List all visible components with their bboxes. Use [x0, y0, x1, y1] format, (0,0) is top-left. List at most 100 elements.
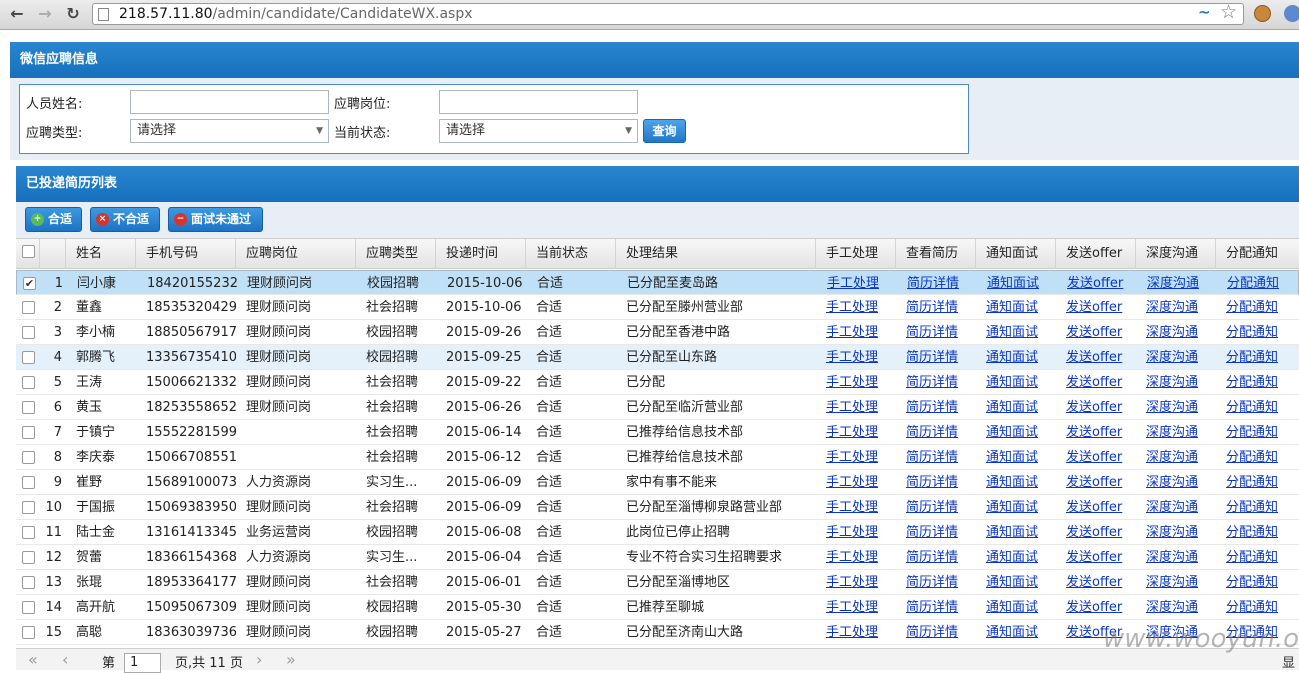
resume-detail-link[interactable]: 简历详情 — [906, 425, 958, 440]
resume-detail-link[interactable]: 简历详情 — [906, 375, 958, 390]
assign-notice-link[interactable]: 分配通知 — [1226, 525, 1278, 540]
header-name[interactable]: 姓名 — [66, 239, 136, 269]
send-offer-link[interactable]: 发送offer — [1066, 400, 1122, 415]
manual-process-link[interactable]: 手工处理 — [826, 400, 878, 415]
resume-detail-link[interactable]: 简历详情 — [906, 350, 958, 365]
notify-interview-link[interactable]: 通知面试 — [986, 525, 1038, 540]
manual-process-link[interactable]: 手工处理 — [826, 550, 878, 565]
header-status[interactable]: 当前状态 — [526, 239, 616, 269]
deep-communication-link[interactable]: 深度沟通 — [1146, 475, 1198, 490]
extension-icon-2[interactable] — [1284, 5, 1299, 22]
row-checkbox[interactable] — [22, 451, 35, 464]
assign-notice-link[interactable]: 分配通知 — [1226, 575, 1278, 590]
row-checkbox[interactable] — [22, 551, 35, 564]
assign-notice-link[interactable]: 分配通知 — [1226, 350, 1278, 365]
pass-button[interactable]: + 合适 — [25, 207, 82, 232]
manual-process-link[interactable]: 手工处理 — [826, 500, 878, 515]
assign-notice-link[interactable]: 分配通知 — [1226, 475, 1278, 490]
name-input[interactable] — [130, 90, 329, 114]
resume-detail-link[interactable]: 简历详情 — [906, 400, 958, 415]
assign-notice-link[interactable]: 分配通知 — [1226, 400, 1278, 415]
deep-communication-link[interactable]: 深度沟通 — [1146, 400, 1198, 415]
row-checkbox[interactable] — [22, 326, 35, 339]
table-row[interactable]: 3 李小楠 18850567917 理财顾问岗 校园招聘 2015-09-26 合适 已分配至… — [16, 320, 1299, 345]
send-offer-link[interactable]: 发送offer — [1066, 500, 1122, 515]
table-row[interactable]: 12 贺蕾 18366154368 人力资源岗 实习生... 2015-06-04 合适 专业… — [16, 545, 1299, 570]
send-offer-link[interactable]: 发送offer — [1066, 600, 1122, 615]
reload-icon[interactable]: ↻ — [62, 4, 84, 24]
table-row[interactable]: 9 崔野 15689100073 人力资源岗 实习生... 2015-06-09 合适 家中有… — [16, 470, 1299, 495]
row-checkbox[interactable] — [22, 426, 35, 439]
notify-interview-link[interactable]: 通知面试 — [986, 550, 1038, 565]
header-result[interactable]: 处理结果 — [616, 239, 816, 269]
resume-detail-link[interactable]: 简历详情 — [906, 300, 958, 315]
deep-communication-link[interactable]: 深度沟通 — [1146, 500, 1198, 515]
notify-interview-link[interactable]: 通知面试 — [986, 325, 1038, 340]
notify-interview-link[interactable]: 通知面试 — [986, 475, 1038, 490]
row-checkbox[interactable] — [22, 626, 35, 639]
deep-communication-link[interactable]: 深度沟通 — [1146, 525, 1198, 540]
resume-detail-link[interactable]: 简历详情 — [906, 450, 958, 465]
manual-process-link[interactable]: 手工处理 — [826, 450, 878, 465]
manual-process-link[interactable]: 手工处理 — [826, 625, 878, 640]
row-checkbox[interactable] — [22, 526, 35, 539]
manual-process-link[interactable]: 手工处理 — [826, 525, 878, 540]
resume-detail-link[interactable]: 简历详情 — [906, 500, 958, 515]
manual-process-link[interactable]: 手工处理 — [826, 375, 878, 390]
deep-communication-link[interactable]: 深度沟通 — [1146, 450, 1198, 465]
resume-detail-link[interactable]: 简历详情 — [906, 625, 958, 640]
notify-interview-link[interactable]: 通知面试 — [986, 425, 1038, 440]
notify-interview-link[interactable]: 通知面试 — [986, 375, 1038, 390]
notify-interview-link[interactable]: 通知面试 — [986, 450, 1038, 465]
bookmark-star-icon[interactable]: ☆ — [1220, 1, 1237, 23]
notify-interview-link[interactable]: 通知面试 — [986, 400, 1038, 415]
resume-detail-link[interactable]: 简历详情 — [906, 475, 958, 490]
manual-process-link[interactable]: 手工处理 — [826, 475, 878, 490]
table-row[interactable]: 4 郭腾飞 13356735410 理财顾问岗 校园招聘 2015-09-25 合适 已分配至… — [16, 345, 1299, 370]
resume-detail-link[interactable]: 简历详情 — [906, 575, 958, 590]
row-checkbox[interactable]: ✔ — [23, 277, 36, 290]
row-checkbox[interactable] — [22, 501, 35, 514]
deep-communication-link[interactable]: 深度沟通 — [1146, 600, 1198, 615]
table-row[interactable]: 10 于国振 15069383950 理财顾问岗 社会招聘 2015-06-09 合适 已分配… — [16, 495, 1299, 520]
header-manual[interactable]: 手工处理 — [816, 239, 896, 269]
send-offer-link[interactable]: 发送offer — [1066, 425, 1122, 440]
row-checkbox[interactable] — [22, 576, 35, 589]
header-phone[interactable]: 手机号码 — [136, 239, 236, 269]
table-row[interactable]: 14 高开航 15095067309 理财顾问岗 校园招聘 2015-05-30 合适 已推荐… — [16, 595, 1299, 620]
notify-interview-link[interactable]: 通知面试 — [986, 300, 1038, 315]
header-resume[interactable]: 查看简历 — [896, 239, 976, 269]
notify-interview-link[interactable]: 通知面试 — [987, 276, 1039, 291]
notify-interview-link[interactable]: 通知面试 — [986, 500, 1038, 515]
header-interview[interactable]: 通知面试 — [976, 239, 1056, 269]
row-checkbox[interactable] — [22, 401, 35, 414]
deep-communication-link[interactable]: 深度沟通 — [1146, 300, 1198, 315]
header-offer[interactable]: 发送offer — [1056, 239, 1136, 269]
notify-interview-link[interactable]: 通知面试 — [986, 625, 1038, 640]
table-row[interactable]: 5 王涛 15006621332 理财顾问岗 社会招聘 2015-09-22 合适 已分配 手工… — [16, 370, 1299, 395]
table-row[interactable]: 6 黄玉 18253558652 理财顾问岗 社会招聘 2015-06-26 合适 已分配至临… — [16, 395, 1299, 420]
resume-detail-link[interactable]: 简历详情 — [906, 550, 958, 565]
assign-notice-link[interactable]: 分配通知 — [1226, 375, 1278, 390]
header-assign[interactable]: 分配通知 — [1216, 239, 1299, 269]
first-page-icon[interactable]: « — [28, 650, 38, 669]
position-input[interactable] — [439, 90, 638, 114]
manual-process-link[interactable]: 手工处理 — [826, 425, 878, 440]
table-row[interactable]: 8 李庆泰 15066708551 社会招聘 2015-06-12 合适 已推荐给信息技术部… — [16, 445, 1299, 470]
assign-notice-link[interactable]: 分配通知 — [1226, 300, 1278, 315]
notify-interview-link[interactable]: 通知面试 — [986, 575, 1038, 590]
deep-communication-link[interactable]: 深度沟通 — [1147, 276, 1199, 291]
table-row[interactable]: ✔ 1 闫小康 18420155232 理财顾问岗 校园招聘 2015-10-06 合适 已分配… — [16, 270, 1299, 295]
manual-process-link[interactable]: 手工处理 — [826, 600, 878, 615]
send-offer-link[interactable]: 发送offer — [1066, 325, 1122, 340]
assign-notice-link[interactable]: 分配通知 — [1226, 600, 1278, 615]
status-select[interactable]: 请选择 ▼ — [439, 119, 638, 143]
manual-process-link[interactable]: 手工处理 — [826, 575, 878, 590]
send-offer-link[interactable]: 发送offer — [1066, 450, 1122, 465]
assign-notice-link[interactable]: 分配通知 — [1226, 550, 1278, 565]
cookie-extension-icon[interactable] — [1254, 5, 1271, 22]
deep-communication-link[interactable]: 深度沟通 — [1146, 425, 1198, 440]
forward-icon[interactable]: → — [34, 4, 56, 24]
table-row[interactable]: 7 于镇宁 15552281599 社会招聘 2015-06-14 合适 已推荐给信息技术部… — [16, 420, 1299, 445]
send-offer-link[interactable]: 发送offer — [1066, 575, 1122, 590]
